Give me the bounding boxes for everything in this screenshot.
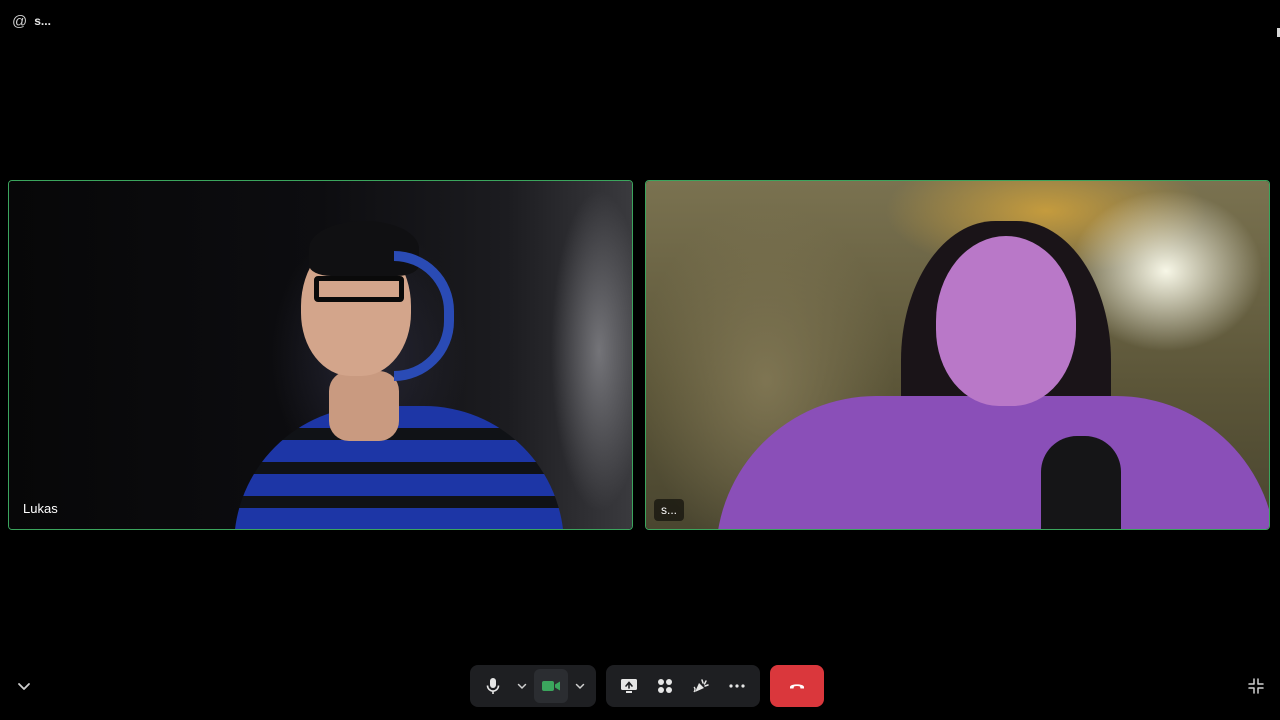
- disconnect-button[interactable]: [770, 665, 824, 707]
- chevron-down-icon: [18, 683, 30, 690]
- at-icon: @: [12, 12, 28, 30]
- screen-share-icon: [621, 679, 637, 693]
- camera-options-button[interactable]: [570, 669, 590, 703]
- screen-share-button[interactable]: [612, 669, 646, 703]
- channel-name[interactable]: s...: [34, 14, 51, 28]
- activities-icon: [658, 679, 672, 693]
- video-tile-lukas[interactable]: Lukas: [8, 180, 633, 530]
- participant-name-tag: s...: [654, 499, 685, 521]
- minimize-icon: [1248, 678, 1264, 694]
- activities-button[interactable]: [648, 669, 682, 703]
- video-stream-figure: [1041, 436, 1121, 529]
- audio-video-group: [470, 665, 596, 707]
- camera-button[interactable]: [534, 669, 568, 703]
- call-header: @ s...: [12, 11, 51, 31]
- microphone-icon: [486, 678, 500, 694]
- phone-hangup-icon: [790, 684, 804, 689]
- microphone-button[interactable]: [476, 669, 510, 703]
- more-options-button[interactable]: [720, 669, 754, 703]
- microphone-options-button[interactable]: [512, 669, 532, 703]
- camera-icon: [542, 681, 560, 691]
- video-stream-figure: [716, 396, 1269, 529]
- actions-group: [606, 665, 760, 707]
- video-call-view: @ s... Lukas s...: [0, 0, 1280, 720]
- participant-name-tag: Lukas: [23, 501, 58, 516]
- video-stream-figure: [314, 276, 404, 302]
- chevron-down-icon: [575, 683, 585, 690]
- video-tile-participant-2[interactable]: s...: [645, 180, 1270, 530]
- soundboard-button[interactable]: [684, 669, 718, 703]
- call-controls: [470, 665, 824, 707]
- video-stream-figure: [329, 371, 399, 441]
- exit-fullscreen-button[interactable]: [1246, 676, 1266, 696]
- collapse-button[interactable]: [14, 676, 34, 696]
- video-stream-figure: [936, 236, 1076, 406]
- more-icon: [729, 684, 745, 688]
- soundboard-icon: [693, 679, 709, 693]
- chevron-down-icon: [517, 683, 527, 690]
